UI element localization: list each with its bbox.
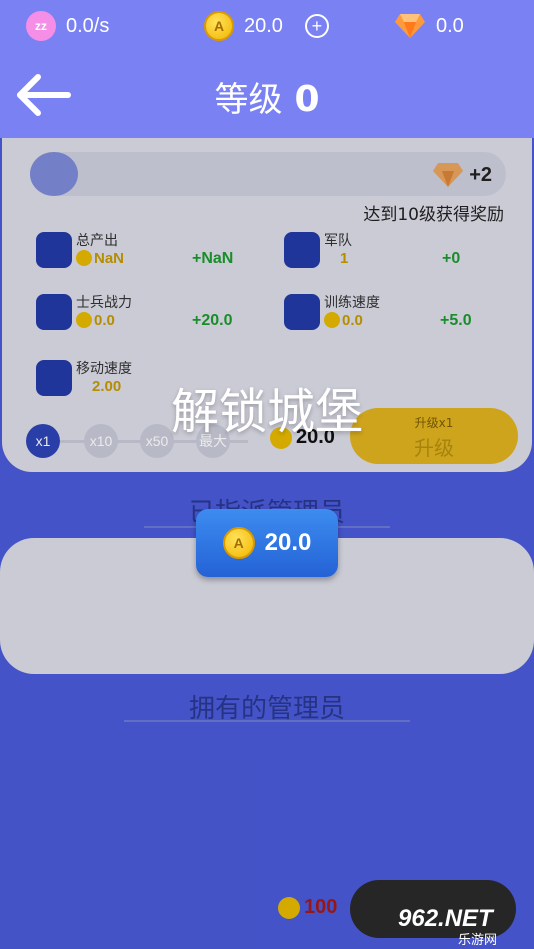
watermark-logo: 962.NET 乐游网 — [398, 905, 528, 948]
gem-balance-value: 0.0 — [436, 14, 464, 37]
income-rate: zz 0.0/s — [26, 10, 109, 42]
watermark-sub: 乐游网 — [458, 933, 498, 948]
sleep-icon: zz — [26, 11, 56, 41]
status-bar: zz 0.0/s A 20.0 + 0.0 — [0, 0, 534, 52]
coin-balance-value: 20.0 — [244, 14, 283, 37]
level-value: 0 — [294, 79, 320, 120]
unlock-castle-title: 解锁城堡 — [170, 384, 363, 440]
page-title: 等级 0 — [0, 72, 534, 121]
gem-balance: 0.0 — [394, 10, 464, 42]
page-title-text: 等级 — [214, 80, 283, 120]
unlock-price: 20.0 — [264, 529, 312, 556]
unlock-castle-button[interactable]: A 20.0 — [196, 509, 338, 577]
coin-icon: A — [204, 11, 234, 41]
gem-icon — [395, 14, 425, 38]
coin-balance: A 20.0 + — [204, 10, 329, 42]
income-rate-value: 0.0/s — [66, 14, 110, 37]
add-coins-icon[interactable]: + — [304, 14, 329, 38]
coin-icon: A — [222, 527, 255, 559]
header: 等级 0 — [0, 52, 534, 138]
